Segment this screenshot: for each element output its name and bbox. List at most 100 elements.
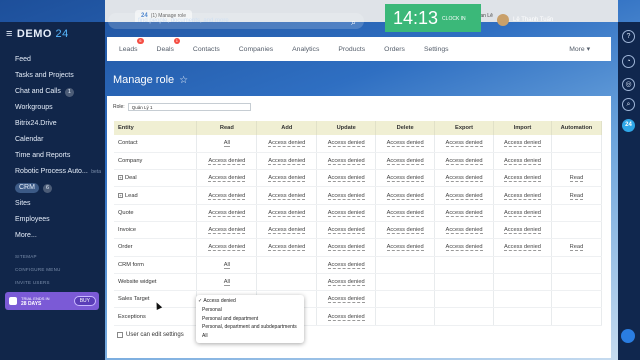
permission-cell[interactable]: Access denied [434,186,495,205]
permission-value[interactable]: Access denied [327,279,365,287]
tab-deals[interactable]: Deals 1 [157,37,180,53]
permission-cell[interactable]: Access denied [196,152,258,171]
permission-value[interactable]: Access denied [503,227,541,235]
permission-cell[interactable]: Access denied [196,238,258,257]
permission-cell[interactable]: Access denied [316,290,377,309]
tab-settings[interactable]: Settings [424,46,449,53]
permission-cell[interactable]: Access denied [434,152,495,171]
permission-value[interactable]: Access denied [386,140,424,148]
sidebar-item-tasks[interactable]: Tasks and Projects [0,68,105,84]
role-name-input[interactable]: Quản Lý 1 [127,103,251,111]
notification-icon[interactable]: ◔ [622,55,635,68]
permission-cell[interactable]: Access denied [434,221,495,240]
dropdown-option[interactable]: All [196,332,304,341]
sitemap-link[interactable]: SITEMAP [15,254,37,259]
permission-cell[interactable]: Access denied [256,169,318,188]
permission-value[interactable]: Access denied [445,157,483,165]
user-can-edit-checkbox[interactable] [117,332,123,338]
permission-value[interactable]: Access denied [503,157,541,165]
star-icon[interactable]: ☆ [179,75,188,86]
search-icon[interactable]: ⌕ [622,98,635,111]
permission-value[interactable]: Access denied [327,261,365,269]
permission-cell[interactable]: Access denied [493,169,552,188]
permission-cell[interactable]: Access denied [256,238,318,257]
tab-contacts[interactable]: Contacts [193,46,220,53]
clock-widget[interactable]: 14:13 CLOCK IN [385,4,481,32]
permission-cell[interactable]: Access denied [434,204,495,222]
permission-cell[interactable]: Access denied [434,238,495,257]
sidebar-item-chat[interactable]: Chat and Calls 1 [0,84,105,100]
logo[interactable]: ≡ DEMO 24 [6,28,69,40]
permission-value[interactable]: Access denied [503,244,541,252]
dropdown-option[interactable]: Personal, department and subdepartments [196,323,304,332]
permission-value[interactable]: Access denied [268,140,306,148]
permission-value[interactable]: Access denied [503,192,541,200]
user-menu[interactable]: Lê Thanh Tuấn [497,14,553,26]
permission-value[interactable]: Access denied [503,209,541,217]
permission-cell[interactable]: All [196,256,258,274]
permission-cell[interactable]: Access denied [256,152,318,171]
permission-value[interactable]: Access denied [503,140,541,148]
permission-cell[interactable]: Access denied [316,221,377,240]
permission-value[interactable]: Access denied [208,244,246,252]
help-icon[interactable]: ? [622,30,635,43]
permission-cell[interactable]: Access denied [316,169,377,188]
permission-cell[interactable]: Access denied [493,238,552,257]
tab-companies[interactable]: Companies [239,46,273,53]
invite-users-link[interactable]: INVITE USERS [15,280,50,285]
permission-cell[interactable]: Read [551,169,603,188]
permission-value[interactable]: Access denied [327,157,365,165]
permission-cell[interactable]: Access denied [316,307,377,326]
permission-cell[interactable]: Access denied [434,135,495,153]
permission-cell[interactable]: Access denied [196,186,258,205]
permission-value[interactable]: Access denied [208,227,246,235]
permission-value[interactable]: Read [569,175,584,183]
permission-dropdown[interactable]: ✓ Access denied Personal Personal and depa… [196,295,304,343]
permission-cell[interactable]: Access denied [434,169,495,188]
permission-value[interactable]: Access denied [327,227,365,235]
permission-value[interactable]: Access denied [445,140,483,148]
permission-value[interactable]: Access denied [208,209,246,217]
permission-cell[interactable]: Access denied [316,256,377,274]
permission-value[interactable]: Access denied [445,175,483,183]
permission-value[interactable]: Read [569,192,584,200]
permission-value[interactable]: Access denied [268,192,306,200]
permission-value[interactable]: Access denied [445,244,483,252]
tab-analytics[interactable]: Analytics [292,46,319,53]
permission-value[interactable]: Access denied [208,175,246,183]
permission-cell[interactable]: Access denied [316,135,377,153]
permission-cell[interactable]: Access denied [256,135,318,153]
permission-value[interactable]: Access denied [386,227,424,235]
permission-value[interactable]: Access denied [208,192,246,200]
permission-value[interactable]: Access denied [268,157,306,165]
permission-cell[interactable]: Access denied [493,135,552,153]
permission-cell[interactable]: Access denied [493,186,552,205]
user-can-edit-setting[interactable]: User can edit settings [117,332,184,338]
permission-cell[interactable]: Access denied [316,152,377,171]
sidebar-item-time[interactable]: Time and Reports [0,148,105,164]
sidebar-item-workgroups[interactable]: Workgroups [0,100,105,116]
dropdown-option[interactable]: ✓ Access denied [196,297,304,306]
activity-icon[interactable]: ◎ [622,78,635,91]
search-input[interactable]: find people, documents, and more ⌕ [108,13,364,29]
permission-cell[interactable]: Access denied [196,169,258,188]
permission-cell[interactable]: Access denied [375,238,436,257]
tab-leads[interactable]: Leads 6 [119,37,144,53]
permission-value[interactable]: Access denied [327,192,365,200]
trial-banner[interactable]: TRIAL ENDS IN 28 DAYS BUY [5,292,99,310]
permission-value[interactable]: Access denied [445,209,483,217]
permission-value[interactable]: Access denied [503,175,541,183]
configure-menu-link[interactable]: CONFIGURE MENU [15,267,61,272]
permission-value[interactable]: Access denied [445,227,483,235]
expand-icon[interactable]: + [118,192,123,198]
permission-value[interactable]: Access denied [268,175,306,183]
permission-cell[interactable]: Access denied [493,152,552,171]
permission-cell[interactable]: Access denied [196,204,258,222]
permission-cell[interactable]: Access denied [316,186,377,205]
permission-cell[interactable]: All [196,273,258,292]
permission-value[interactable]: Access denied [327,313,365,321]
permission-cell[interactable]: Access denied [256,186,318,205]
sidebar-item-drive[interactable]: Bitrix24.Drive [0,116,105,132]
permission-value[interactable]: Access denied [327,296,365,304]
buy-button[interactable]: BUY [73,296,96,306]
